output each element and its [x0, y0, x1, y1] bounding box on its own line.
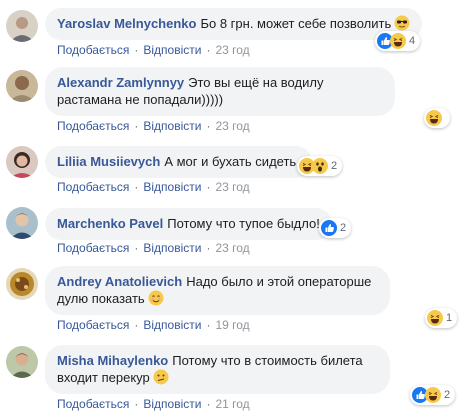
avatar[interactable]	[6, 10, 38, 42]
reactions-summary[interactable]: 1	[425, 308, 458, 328]
comment-actions: Подобається · Відповісти · 19 год	[57, 318, 250, 332]
comment-author[interactable]: Marchenko Pavel	[57, 216, 163, 231]
reply-link[interactable]: Відповісти	[143, 241, 201, 255]
reactions-summary[interactable]: 4	[375, 31, 421, 51]
comment-timestamp[interactable]: 23 год	[215, 43, 249, 57]
comment-text: Потому что тупое быдло!	[167, 216, 320, 231]
avatar[interactable]	[6, 268, 38, 300]
like-link[interactable]: Подобається	[57, 318, 129, 332]
wow-reaction-icon	[312, 158, 328, 174]
like-reaction-icon	[321, 220, 337, 236]
avatar[interactable]	[6, 146, 38, 178]
comment-text: Бо 8 грн. может себе позволить	[200, 16, 392, 31]
comment-author[interactable]: Andrey Anatolievich	[57, 274, 182, 289]
comment-bubble: Liliia Musiievych А мог и бухать сидеть.	[45, 146, 312, 178]
reply-link[interactable]: Відповісти	[143, 119, 201, 133]
comment-timestamp[interactable]: 23 год	[215, 119, 249, 133]
like-link[interactable]: Подобається	[57, 43, 129, 57]
reply-link[interactable]: Відповісти	[143, 180, 201, 194]
comment-timestamp[interactable]: 23 год	[215, 241, 249, 255]
haha-reaction-icon	[390, 33, 406, 49]
reply-link[interactable]: Відповісти	[143, 397, 201, 411]
comment-bubble: Andrey Anatolievich Надо было и этой опер…	[45, 266, 390, 315]
avatar[interactable]	[6, 346, 38, 378]
comment-bubble: Alexandr Zamlynnyy Это вы ещё на водилу р…	[45, 67, 395, 116]
like-link[interactable]: Подобається	[57, 119, 129, 133]
haha-reaction-icon	[426, 110, 442, 126]
comment-actions: Подобається · Відповісти · 23 год	[57, 119, 250, 133]
like-link[interactable]: Подобається	[57, 180, 129, 194]
comment-actions: Подобається · Відповісти · 23 год	[57, 180, 250, 194]
reaction-count: 1	[446, 312, 453, 324]
comment-timestamp[interactable]: 19 год	[215, 318, 249, 332]
comment-bubble: Marchenko Pavel Потому что тупое быдло!	[45, 208, 332, 240]
reaction-count: 2	[444, 389, 451, 401]
comment-actions: Подобається · Відповісти · 23 год	[57, 241, 250, 255]
comment-bubble: Yaroslav Melnychenko Бо 8 грн. может себе…	[45, 8, 423, 40]
like-link[interactable]: Подобається	[57, 241, 129, 255]
haha-reaction-icon	[427, 310, 443, 326]
comment-text: А мог и бухать сидеть.	[164, 154, 300, 169]
comment-bubble: Misha Mihaylenko Потому что в стоимость б…	[45, 345, 390, 394]
reply-link[interactable]: Відповісти	[143, 318, 201, 332]
reactions-summary[interactable]: 2	[410, 385, 456, 405]
smiling-face-emoji-icon	[148, 290, 164, 306]
reactions-summary[interactable]: 2	[319, 218, 352, 238]
avatar[interactable]	[6, 207, 38, 239]
haha-reaction-icon	[425, 387, 441, 403]
confused-face-emoji-icon	[153, 369, 169, 385]
reaction-count: 2	[331, 160, 338, 172]
avatar[interactable]	[6, 70, 38, 102]
comment-timestamp[interactable]: 23 год	[215, 180, 249, 194]
reaction-count: 2	[340, 222, 347, 234]
comment-author[interactable]: Yaroslav Melnychenko	[57, 16, 196, 31]
reactions-summary[interactable]	[424, 108, 450, 128]
comment-author[interactable]: Liliia Musiievych	[57, 154, 160, 169]
comment-author[interactable]: Alexandr Zamlynnyy	[57, 75, 184, 90]
comment-actions: Подобається · Відповісти · 21 год	[57, 397, 250, 411]
comment-actions: Подобається · Відповісти · 23 год	[57, 43, 250, 57]
comment-timestamp[interactable]: 21 год	[215, 397, 249, 411]
reactions-summary[interactable]: 2	[297, 156, 343, 176]
like-link[interactable]: Подобається	[57, 397, 129, 411]
cool-face-emoji-icon	[394, 15, 410, 31]
comment-author[interactable]: Misha Mihaylenko	[57, 353, 168, 368]
reaction-count: 4	[409, 35, 416, 47]
reply-link[interactable]: Відповісти	[143, 43, 201, 57]
